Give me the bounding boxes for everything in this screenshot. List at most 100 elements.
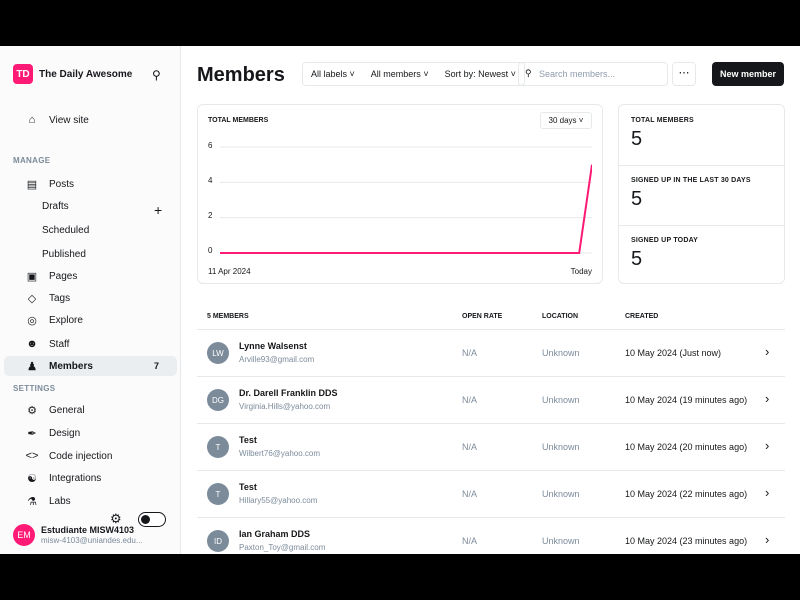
- sidebar-item-design[interactable]: ✒ Design: [0, 423, 181, 443]
- table-row[interactable]: T Test Wilbert76@yahoo.com N/A Unknown 1…: [197, 424, 785, 471]
- site-brand[interactable]: TD The Daily Awesome: [13, 64, 147, 84]
- tag-icon: ◇: [27, 292, 37, 305]
- user-name: Estudiante MISW4103: [41, 525, 135, 535]
- table-row[interactable]: LW Lynne Walsenst Arville93@gmail.com N/…: [197, 330, 785, 377]
- sidebar-item-posts[interactable]: ▤ Posts: [0, 174, 181, 194]
- explore-icon: ◎: [27, 314, 37, 327]
- sidebar: TD The Daily Awesome ⚲ ⌂ View site MANAGE…: [0, 46, 181, 554]
- posts-icon: ▤: [26, 178, 38, 191]
- members-icon: ♟: [27, 360, 37, 373]
- x-tick-start: 11 Apr 2024: [208, 267, 251, 276]
- created: 10 May 2024 (20 minutes ago): [625, 442, 748, 452]
- divider: [619, 225, 784, 226]
- col-open-rate[interactable]: OPEN RATE: [462, 313, 502, 320]
- sidebar-item-scheduled[interactable]: Scheduled: [0, 220, 181, 240]
- series-line-total-members: [220, 164, 592, 254]
- avatar: ID: [207, 530, 229, 552]
- table-row[interactable]: DG Dr. Darell Franklin DDS Virginia.Hill…: [197, 377, 785, 424]
- stat-value: 5: [631, 128, 643, 150]
- location: Unknown: [542, 395, 580, 405]
- y-tick: 4: [208, 176, 213, 185]
- member-email: Hillary55@yahoo.com: [239, 496, 318, 505]
- range-dropdown[interactable]: 30 days ˅: [540, 112, 592, 129]
- sidebar-item-labs[interactable]: ⚗ Labs: [0, 491, 181, 511]
- search-icon[interactable]: ⚲: [152, 68, 161, 82]
- code-icon: <>: [25, 450, 39, 462]
- open-rate: N/A: [462, 536, 478, 546]
- pages-icon: ▣: [26, 270, 38, 283]
- labs-icon: ⚗: [27, 495, 37, 508]
- site-logo: TD: [13, 64, 33, 84]
- x-tick-end: Today: [570, 267, 592, 276]
- stat-total-members: TOTAL MEMBERS 5: [631, 117, 776, 151]
- settings-section-label: SETTINGS: [13, 384, 56, 393]
- sidebar-item-tags[interactable]: ◇ Tags: [0, 288, 181, 308]
- stat-signed-up-30-days: SIGNED UP IN THE LAST 30 DAYS 5: [631, 177, 776, 211]
- sidebar-item-pages[interactable]: ▣ Pages: [0, 266, 181, 286]
- site-name: The Daily Awesome: [39, 68, 133, 80]
- members-table: 5 MEMBERS OPEN RATE LOCATION CREATED LW …: [197, 304, 785, 554]
- avatar: T: [207, 483, 229, 505]
- brush-icon: ✒: [27, 427, 37, 440]
- member-status-dropdown[interactable]: All members ˅: [363, 69, 437, 79]
- location: Unknown: [542, 489, 580, 499]
- member-name: Ian Graham DDS: [239, 529, 311, 539]
- sidebar-item-staff[interactable]: ☻ Staff: [0, 334, 181, 354]
- chevron-right-icon: ›: [765, 438, 770, 453]
- home-icon: ⌂: [28, 114, 36, 126]
- manage-section-label: MANAGE: [13, 156, 51, 165]
- members-count-header: 5 MEMBERS: [207, 313, 249, 320]
- integrations-icon: ☯: [27, 472, 37, 485]
- sidebar-item-explore[interactable]: ◎ Explore: [0, 310, 181, 330]
- chevron-right-icon: ›: [765, 485, 770, 500]
- user-menu[interactable]: EM Estudiante MISW4103 misw-4103@uniande…: [13, 524, 143, 546]
- ghost-admin-app: TD The Daily Awesome ⚲ ⌂ View site MANAGE…: [0, 46, 800, 554]
- table-row[interactable]: ID Ian Graham DDS Paxton_Toy@gmail.com N…: [197, 518, 785, 554]
- new-member-button[interactable]: New member: [712, 62, 784, 86]
- y-tick: 0: [208, 246, 213, 255]
- stat-value: 5: [631, 248, 643, 270]
- chevron-right-icon: ›: [765, 344, 770, 359]
- sidebar-item-view-site[interactable]: ⌂ View site: [0, 110, 181, 130]
- label-filter-dropdown[interactable]: All labels ˅: [303, 69, 363, 79]
- stat-label: SIGNED UP IN THE LAST 30 DAYS: [631, 177, 751, 184]
- members-chart-card: TOTAL MEMBERS 30 days ˅ 6 4 2 0 11 Apr 2…: [197, 104, 603, 284]
- y-tick: 2: [208, 211, 213, 220]
- open-rate: N/A: [462, 348, 478, 358]
- open-rate: N/A: [462, 442, 478, 452]
- member-email: Paxton_Toy@gmail.com: [239, 543, 326, 552]
- sidebar-item-members[interactable]: ♟ Members 7: [4, 356, 177, 376]
- sidebar-item-drafts[interactable]: Drafts: [0, 196, 181, 216]
- search-input[interactable]: ⚲ Search members...: [518, 62, 668, 86]
- table-header: 5 MEMBERS OPEN RATE LOCATION CREATED: [197, 304, 785, 330]
- chevron-right-icon: ›: [765, 391, 770, 406]
- member-email: Arville93@gmail.com: [239, 355, 315, 364]
- sidebar-item-integrations[interactable]: ☯ Integrations: [0, 468, 181, 488]
- avatar: EM: [13, 524, 35, 546]
- member-email: Wilbert76@yahoo.com: [239, 449, 321, 458]
- top-letterbox: [0, 0, 800, 46]
- created: 10 May 2024 (Just now): [625, 348, 722, 358]
- main-content: Members All labels ˅ All members ˅ Sort …: [182, 46, 800, 554]
- staff-icon: ☻: [26, 338, 38, 350]
- sort-dropdown[interactable]: Sort by: Newest ˅: [437, 69, 524, 79]
- created: 10 May 2024 (22 minutes ago): [625, 489, 748, 499]
- sidebar-item-code-injection[interactable]: <> Code injection: [0, 446, 181, 466]
- sidebar-item-general[interactable]: ⚙ General: [0, 400, 181, 420]
- bottom-letterbox: [0, 554, 800, 600]
- more-actions-button[interactable]: ⋯: [672, 62, 696, 86]
- y-tick: 6: [208, 141, 213, 150]
- members-line-chart: [220, 146, 592, 254]
- stat-value: 5: [631, 188, 643, 210]
- avatar: DG: [207, 389, 229, 411]
- table-row[interactable]: T Test Hillary55@yahoo.com N/A Unknown 1…: [197, 471, 785, 518]
- member-email: Virginia.Hills@yahoo.com: [239, 402, 331, 411]
- location: Unknown: [542, 442, 580, 452]
- location: Unknown: [542, 348, 580, 358]
- col-created[interactable]: CREATED: [625, 313, 658, 320]
- filter-bar: All labels ˅ All members ˅ Sort by: Newe…: [302, 62, 525, 86]
- chart-title: TOTAL MEMBERS: [208, 117, 269, 124]
- location: Unknown: [542, 536, 580, 546]
- sidebar-item-published[interactable]: Published: [0, 244, 181, 264]
- col-location[interactable]: LOCATION: [542, 313, 578, 320]
